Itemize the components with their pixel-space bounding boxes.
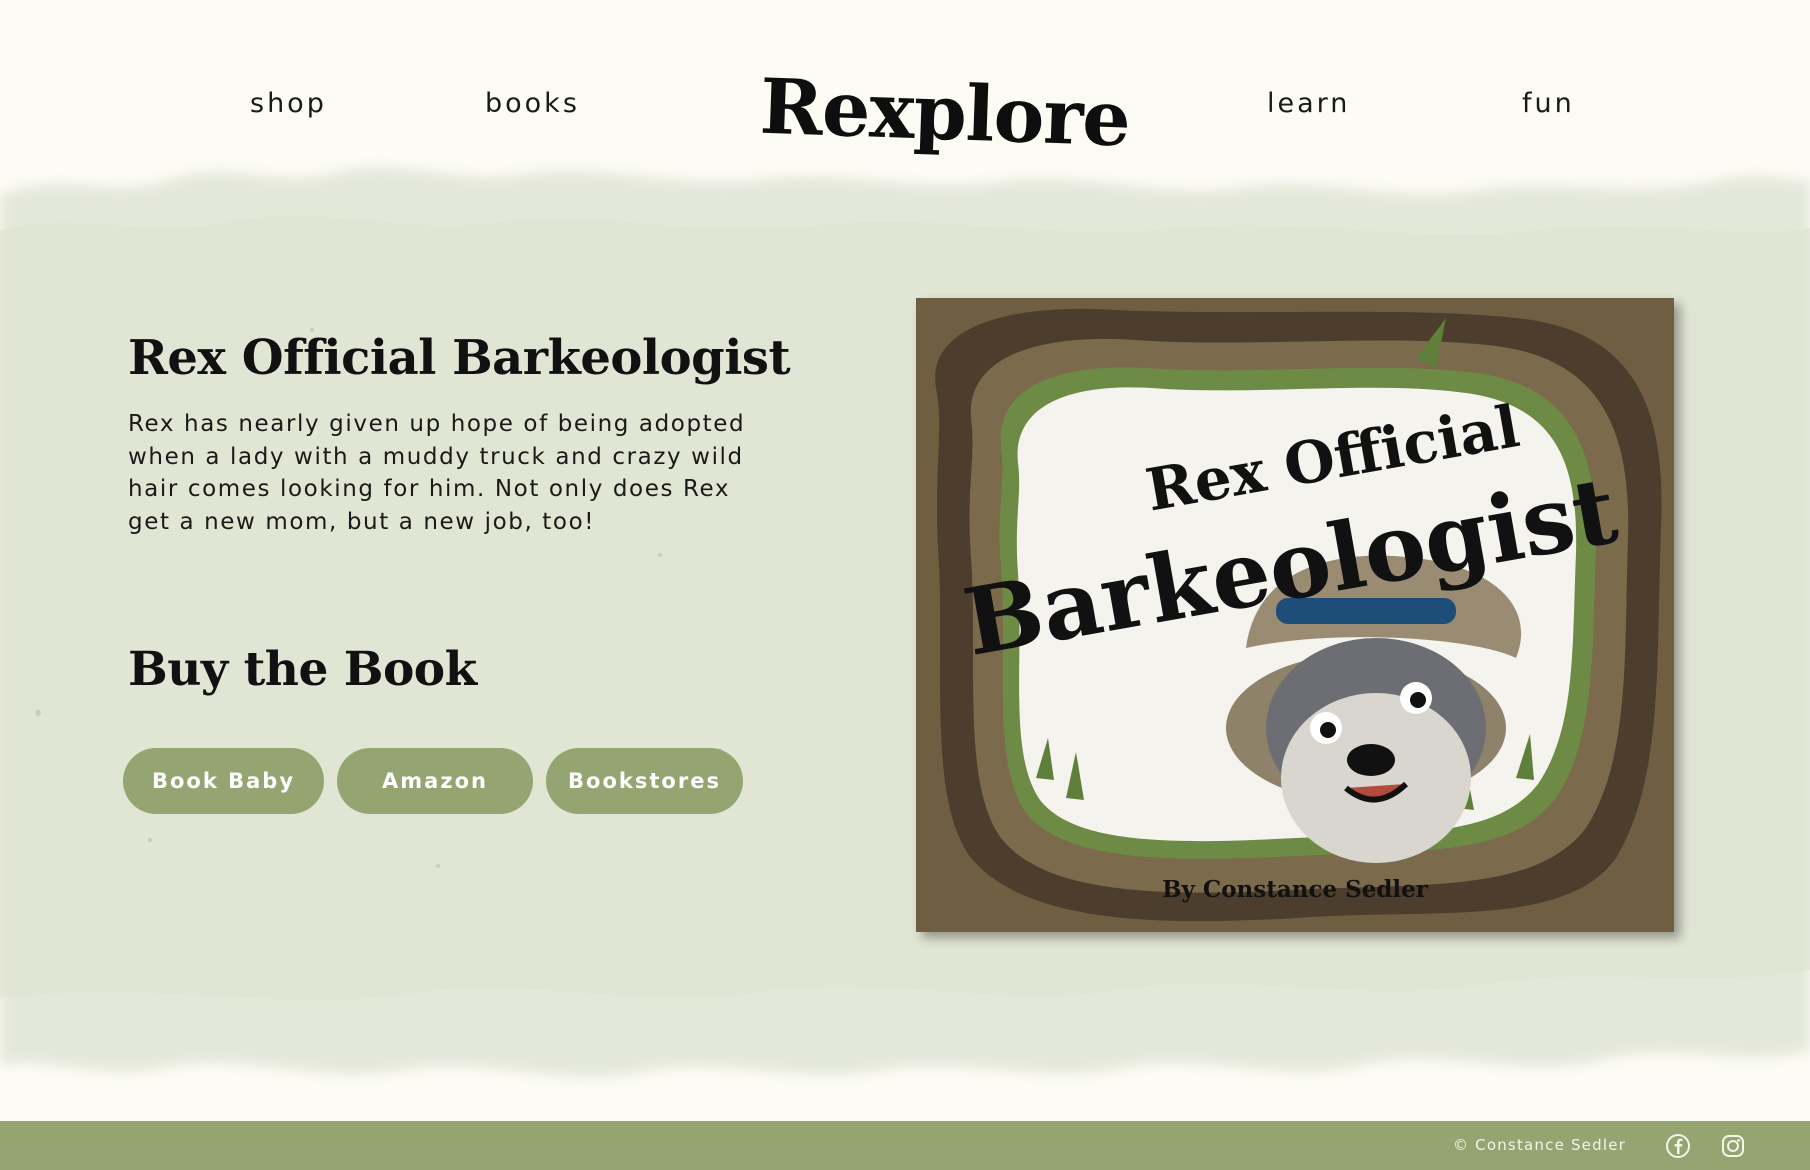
buy-heading: Buy the Book (128, 642, 477, 697)
site-header: shop books Rexplore learn fun (0, 0, 1810, 170)
facebook-icon[interactable] (1665, 1133, 1691, 1159)
book-title: Rex Official Barkeologist (128, 330, 791, 386)
book-baby-button[interactable]: Book Baby (123, 748, 324, 814)
nav-books-link[interactable]: books (485, 88, 580, 119)
bookstores-button[interactable]: Bookstores (546, 748, 743, 814)
book-cover-image: Rex Official Barkeologist By Constance S… (916, 298, 1674, 932)
nav-fun-link[interactable]: fun (1522, 88, 1575, 119)
copyright-text: © Constance Sedler (1453, 1136, 1626, 1154)
site-footer: © Constance Sedler (0, 1121, 1810, 1170)
cover-author: By Constance Sedler (1162, 876, 1428, 903)
instagram-icon[interactable] (1720, 1133, 1746, 1159)
book-description: Rex has nearly given up hope of being ad… (128, 411, 746, 535)
nav-shop-link[interactable]: shop (250, 88, 327, 119)
site-logo[interactable]: Rexplore (758, 57, 1132, 168)
nav-learn-link[interactable]: learn (1267, 88, 1350, 119)
amazon-button[interactable]: Amazon (337, 748, 533, 814)
